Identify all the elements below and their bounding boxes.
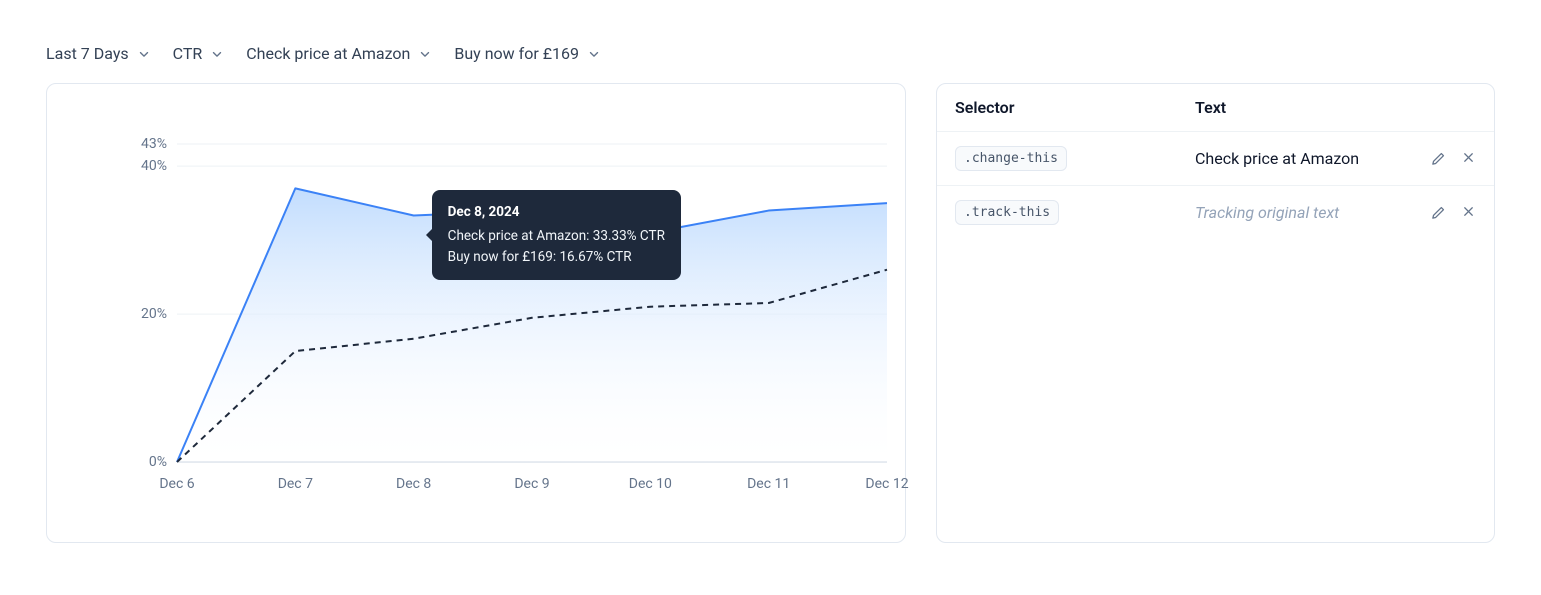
x-axis-tick: Dec 7	[278, 476, 313, 492]
col-selector-header: Selector	[955, 98, 1185, 117]
selectors-table: Selector Text .change-this Check price a…	[936, 83, 1495, 543]
y-axis-tick: 0%	[117, 454, 167, 470]
x-axis-tick: Dec 8	[396, 476, 431, 492]
chevron-down-icon	[587, 47, 601, 61]
filter-metric-label: CTR	[173, 44, 203, 63]
close-icon[interactable]	[1461, 204, 1476, 221]
filter-variant-a[interactable]: Check price at Amazon	[246, 44, 432, 63]
x-axis-tick: Dec 11	[747, 476, 790, 492]
edit-icon[interactable]	[1430, 150, 1447, 167]
selector-chip: .change-this	[955, 146, 1067, 171]
chevron-down-icon	[137, 47, 151, 61]
col-text-header: Text	[1195, 98, 1406, 117]
chevron-down-icon	[210, 47, 224, 61]
close-icon[interactable]	[1461, 150, 1476, 167]
filter-variant-a-label: Check price at Amazon	[246, 44, 410, 63]
filter-variant-b-label: Buy now for £169	[454, 44, 579, 63]
selector-chip: .track-this	[955, 200, 1059, 225]
row-text: Check price at Amazon	[1195, 149, 1406, 168]
y-axis-tick: 43%	[117, 136, 167, 152]
filter-variant-b[interactable]: Buy now for £169	[454, 44, 601, 63]
row-text: Tracking original text	[1195, 203, 1406, 222]
x-axis-tick: Dec 9	[514, 476, 549, 492]
x-axis-tick: Dec 12	[865, 476, 908, 492]
filter-date-range-label: Last 7 Days	[46, 44, 129, 63]
table-header: Selector Text	[937, 84, 1494, 132]
chart-card: Dec 8, 2024 Check price at Amazon: 33.33…	[46, 83, 906, 543]
x-axis-tick: Dec 6	[159, 476, 194, 492]
table-row: .change-this Check price at Amazon	[937, 132, 1494, 186]
chevron-down-icon	[418, 47, 432, 61]
filters-bar: Last 7 Days CTR Check price at Amazon Bu…	[46, 44, 1495, 63]
y-axis-tick: 20%	[117, 306, 167, 322]
table-row: .track-this Tracking original text	[937, 186, 1494, 239]
y-axis-tick: 40%	[117, 158, 167, 174]
x-axis-tick: Dec 10	[629, 476, 672, 492]
edit-icon[interactable]	[1430, 204, 1447, 221]
chart-plot-area[interactable]: Dec 8, 2024 Check price at Amazon: 33.33…	[177, 144, 887, 462]
filter-metric[interactable]: CTR	[173, 44, 225, 63]
filter-date-range[interactable]: Last 7 Days	[46, 44, 151, 63]
